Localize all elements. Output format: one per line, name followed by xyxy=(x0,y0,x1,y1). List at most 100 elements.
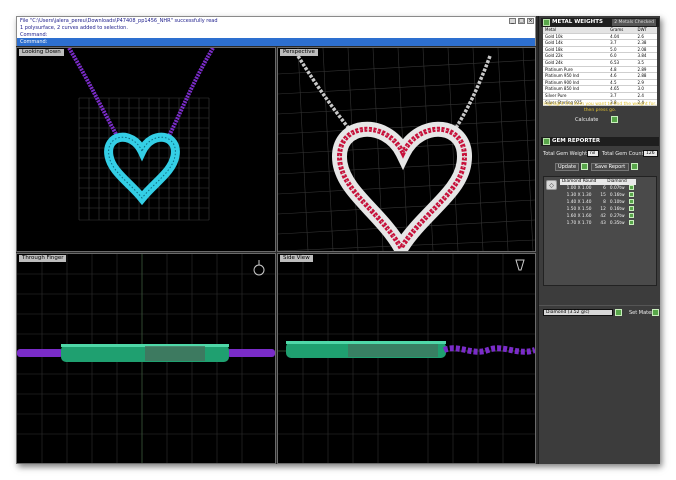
metal-weights-icon xyxy=(543,19,550,26)
application-window: File "C:\Users\jalera_pereu\Downloads\P4… xyxy=(16,16,660,464)
metal-weights-row[interactable]: Gold 14k 3.7 2.38 xyxy=(543,39,657,47)
gem-select-icon[interactable] xyxy=(628,199,634,204)
metal-weights-row[interactable]: Platinum 850 Ind 4.65 3.0 xyxy=(543,85,657,93)
metal-weights-cell: 2.38 xyxy=(635,39,657,47)
finger-view-icon xyxy=(515,259,525,271)
metal-weights-cell: 4.65 xyxy=(608,85,636,93)
metal-weights-cell: 3.7 xyxy=(608,39,636,47)
metal-weights-row[interactable]: Platinum Pure 4.8 2.89 xyxy=(543,66,657,74)
metal-weights-cell: 2.4 xyxy=(635,92,657,100)
viewport-top-label[interactable]: Looking Down xyxy=(19,49,64,56)
gem-weight: 0.07tw xyxy=(609,185,625,191)
metal-weights-row[interactable]: Silver Pure 3.7 2.4 xyxy=(543,92,657,100)
gem-size: 1.70 X 1.70 xyxy=(566,220,592,226)
minimize-icon[interactable]: _ xyxy=(509,18,516,24)
viewport-front[interactable]: Through Finger xyxy=(16,253,276,464)
viewport-perspective[interactable]: Perspective xyxy=(277,47,536,252)
gem-select-cell xyxy=(627,185,636,192)
gem-size: 1.00 X 1.00 xyxy=(566,185,592,191)
gem-select-icon[interactable] xyxy=(628,213,634,218)
gem-select-cell xyxy=(627,192,636,199)
metal-weights-row[interactable]: Platinum 950 Ind 4.6 2.88 xyxy=(543,72,657,80)
save-report-go-icon[interactable] xyxy=(631,163,638,170)
gem-row[interactable]: 1.40 X 1.40 8 0.10tw xyxy=(560,199,636,206)
chain-side xyxy=(442,345,535,355)
gem-weight: 0.16tw xyxy=(609,192,625,198)
metal-weights-cell: 4.8 xyxy=(608,66,636,74)
gem-select-icon[interactable] xyxy=(628,220,634,225)
viewport-perspective-label[interactable]: Perspective xyxy=(280,49,318,56)
gem-table[interactable]: Diamond Round Diamond 1.00 X 1.00 6 0.07tw… xyxy=(560,179,636,227)
perspective-drawing xyxy=(278,48,535,251)
metal-weights-cell: 3.84 xyxy=(635,52,657,60)
chain-right xyxy=(167,48,215,137)
gem-select-cell xyxy=(627,220,636,227)
gem-reporter-title: GEM REPORTER xyxy=(552,138,601,144)
metal-weights-row[interactable]: Gold 18k 5.0 2.08 xyxy=(543,46,657,54)
gem-row[interactable]: 1.60 X 1.60 42 0.27tw xyxy=(560,213,636,220)
gem-row[interactable]: 1.00 X 1.00 6 0.07tw xyxy=(560,185,636,192)
update-button[interactable]: Update xyxy=(555,163,579,171)
metal-weights-cell: 3.5 xyxy=(635,59,657,67)
viewport-front-label[interactable]: Through Finger xyxy=(19,255,67,262)
set-material-button[interactable] xyxy=(652,309,659,316)
metal-weights-row[interactable]: Gold 10k 4.04 2.6 xyxy=(543,33,657,41)
gem-qty: 12 xyxy=(600,206,606,212)
metal-weights-row[interactable]: Platinum 900 Ind 4.5 2.9 xyxy=(543,79,657,87)
chain-left xyxy=(67,48,119,137)
ring-view-icon xyxy=(253,264,265,276)
material-dropdown-icon[interactable] xyxy=(615,309,622,316)
command-prompt-input[interactable]: Command: xyxy=(17,38,535,46)
metal-weights-row[interactable]: Gold 24k 6.53 3.5 xyxy=(543,59,657,67)
chain-right-front xyxy=(227,349,275,357)
gem-select-icon[interactable] xyxy=(628,192,634,197)
gem-select-icon[interactable] xyxy=(628,185,634,190)
metal-weights-cell: 4.5 xyxy=(608,79,636,87)
metal-weights-cell: 6.0 xyxy=(608,52,636,60)
update-go-icon[interactable] xyxy=(581,163,588,170)
metal-weights-cell: 4.04 xyxy=(608,33,636,41)
front-view-drawing xyxy=(17,254,275,463)
command-line-1: File "C:\Users\jalera_pereu\Downloads\P4… xyxy=(20,18,218,24)
gem-list[interactable]: ◇ Diamond Round Diamond 1.00 X 1.00 6 0.07… xyxy=(543,176,657,286)
gem-select-cell xyxy=(627,206,636,213)
calculate-button[interactable] xyxy=(611,116,618,123)
side-grid xyxy=(278,254,535,463)
material-select[interactable]: Diamond (3.52 g/c) xyxy=(543,309,613,316)
gem-qty: 8 xyxy=(603,199,606,205)
gem-row[interactable]: 1.50 X 1.50 12 0.16tw xyxy=(560,206,636,213)
metal-weights-cell: Platinum 900 Ind xyxy=(543,79,609,87)
metal-weights-cell: 6.53 xyxy=(608,59,636,67)
metal-weights-cell: Gold 18k xyxy=(543,46,609,54)
diamond-icon: ◇ xyxy=(546,180,557,190)
metal-weights-cell: 3.0 xyxy=(635,85,657,93)
metal-weights-row[interactable]: Gold 22k 6.0 3.84 xyxy=(543,52,657,60)
viewport-right-label[interactable]: Side View xyxy=(280,255,313,262)
viewport-top[interactable]: Looking Down xyxy=(16,47,276,252)
top-view-drawing xyxy=(67,48,215,221)
metals-checked-badge: 2 Metals Checked xyxy=(612,19,656,26)
gem-select-cell xyxy=(627,199,636,206)
metal-weights-cell: 4.6 xyxy=(608,72,636,80)
metal-weights-table[interactable]: Metal Grams DWT Gold 10k 4.04 2.6 Gold 14k 3.7… xyxy=(543,27,657,107)
viewport-right[interactable]: Side View xyxy=(277,253,536,464)
metal-weights-cell: 2.6 xyxy=(635,33,657,41)
maximize-icon[interactable]: □ xyxy=(518,18,525,24)
chain-left-front xyxy=(17,349,63,357)
metal-weights-cell: Gold 24k xyxy=(543,59,609,67)
metal-weights-header[interactable]: METAL WEIGHTS 2 Metals Checked xyxy=(541,18,659,27)
gem-qty: 42 xyxy=(600,213,606,219)
gem-row[interactable]: 1.30 X 1.30 15 0.16tw xyxy=(560,192,636,199)
metal-weights-cell: Silver Pure xyxy=(543,92,609,100)
gem-reporter-header[interactable]: GEM REPORTER xyxy=(541,137,659,146)
command-history: File "C:\Users\jalera_pereu\Downloads\P4… xyxy=(16,16,536,46)
save-report-button[interactable]: Save Report xyxy=(591,163,629,171)
gem-size: 1.60 X 1.60 xyxy=(566,213,592,219)
gem-row[interactable]: 1.70 X 1.70 43 0.35tw xyxy=(560,220,636,227)
metal-weights-cell: 3.7 xyxy=(608,92,636,100)
gem-select-icon[interactable] xyxy=(628,206,634,211)
close-icon[interactable]: × xyxy=(527,18,534,24)
gem-weight: 0.10tw xyxy=(609,199,625,205)
gem-size: 1.30 X 1.30 xyxy=(566,192,592,198)
metal-weights-cell: 2.08 xyxy=(635,46,657,54)
